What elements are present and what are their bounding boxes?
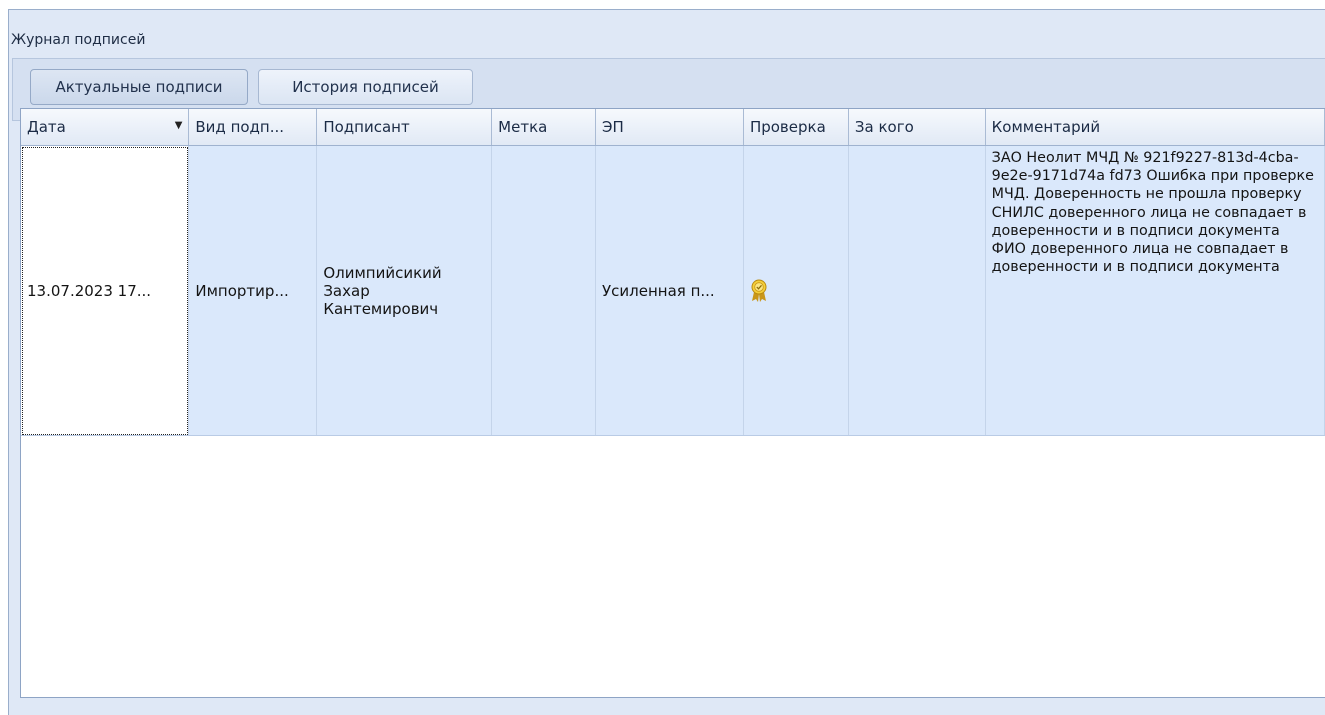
- cell-signer[interactable]: Олимпийсикий Захар Кантемирович: [316, 145, 493, 436]
- table-header-row: Дата ▼ Вид подп... Подписант Метка ЭП Про…: [21, 109, 1325, 146]
- column-header-for-whom[interactable]: За кого: [848, 109, 986, 146]
- column-header-signature-type[interactable]: Вид подп...: [188, 109, 318, 146]
- tab-signature-history[interactable]: История подписей: [258, 69, 473, 105]
- cell-signature-type[interactable]: Импортир...: [188, 145, 318, 436]
- column-header-signer[interactable]: Подписант: [316, 109, 493, 146]
- cell-for-whom[interactable]: [848, 145, 986, 436]
- cell-comment[interactable]: ЗАО Неолит МЧД № 921f9227-813d-4cba-9e2e…: [985, 145, 1325, 436]
- cell-ep[interactable]: Усиленная п...: [595, 145, 744, 436]
- sort-desc-icon[interactable]: ▼: [175, 120, 183, 131]
- column-header-date[interactable]: Дата ▼: [21, 109, 190, 146]
- table-row[interactable]: 13.07.2023 17... Импортир... Олимпийсики…: [21, 145, 1325, 436]
- column-header-comment[interactable]: Комментарий: [985, 109, 1325, 146]
- signatures-table: Дата ▼ Вид подп... Подписант Метка ЭП Про…: [21, 109, 1325, 436]
- column-header-date-label: Дата: [27, 118, 66, 136]
- signatures-grid: Дата ▼ Вид подп... Подписант Метка ЭП Про…: [20, 108, 1325, 698]
- award-badge-icon[interactable]: [750, 279, 768, 303]
- cell-check[interactable]: [743, 145, 849, 436]
- cell-mark[interactable]: [491, 145, 597, 436]
- cell-date[interactable]: 13.07.2023 17...: [21, 145, 190, 436]
- grid-bottom-bar: [20, 698, 1325, 715]
- tab-current-signatures[interactable]: Актуальные подписи: [30, 69, 248, 105]
- column-header-ep[interactable]: ЭП: [595, 109, 744, 146]
- column-header-check[interactable]: Проверка: [743, 109, 849, 146]
- window-title: Журнал подписей: [11, 32, 146, 48]
- column-header-mark[interactable]: Метка: [491, 109, 597, 146]
